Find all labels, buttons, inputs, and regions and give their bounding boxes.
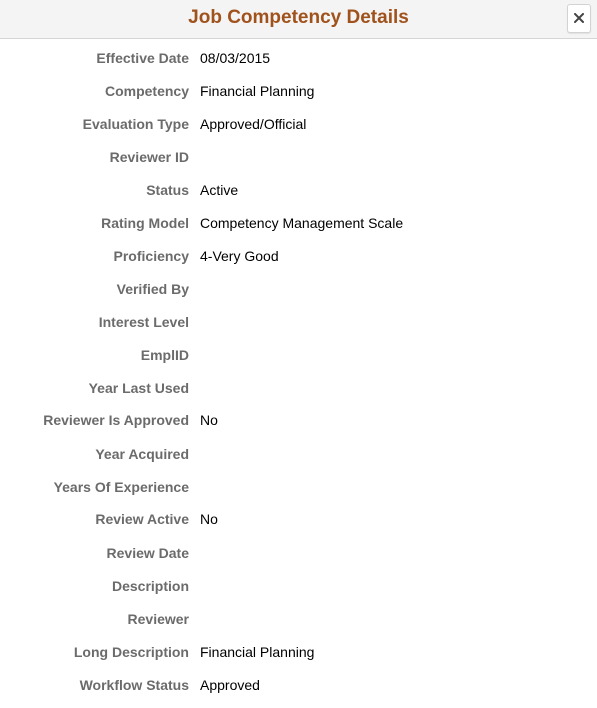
field-value: Active <box>200 182 239 198</box>
field-row: Interest Level <box>0 312 597 332</box>
field-value: Approved/Official <box>200 116 307 132</box>
field-value: 4-Very Good <box>200 248 279 264</box>
field-row: Verified By <box>0 279 597 299</box>
field-label: Review Date <box>106 545 189 561</box>
field-label: Effective Date <box>96 50 189 66</box>
field-value: Approved <box>200 677 260 693</box>
field-row: Review Date <box>0 543 597 563</box>
field-label: Interest Level <box>98 314 189 330</box>
field-row: Review Active No <box>0 509 597 529</box>
field-row: Competency Financial Planning <box>0 81 597 101</box>
field-row: Years Of Experience <box>0 477 597 497</box>
field-row: Evaluation Type Approved/Official <box>0 114 597 134</box>
close-x-icon <box>573 10 585 28</box>
field-label: Year Acquired <box>95 446 189 462</box>
field-row: Proficiency 4-Very Good <box>0 246 597 266</box>
close-button[interactable] <box>567 4 591 33</box>
field-value: No <box>200 511 218 527</box>
field-label: Years Of Experience <box>53 479 189 495</box>
field-label: Competency <box>104 83 189 99</box>
field-label: Proficiency <box>113 248 189 264</box>
field-row: Reviewer <box>0 609 597 629</box>
field-label: Status <box>146 182 189 198</box>
field-row: Effective Date 08/03/2015 <box>0 48 597 68</box>
field-label: Verified By <box>116 281 189 297</box>
field-label: Evaluation Type <box>82 116 189 132</box>
field-row: Description <box>0 576 597 596</box>
field-value: 08/03/2015 <box>200 50 271 66</box>
field-label: Reviewer ID <box>109 149 189 165</box>
field-label: Description <box>111 578 189 594</box>
field-row: Reviewer ID <box>0 147 597 167</box>
field-row: Long Description Financial Planning <box>0 642 597 662</box>
field-row: Reviewer Is Approved No <box>0 410 597 430</box>
field-row: Rating Model Competency Management Scale <box>0 213 597 233</box>
field-label: Review Active <box>95 511 189 527</box>
field-row: EmplID <box>0 345 597 365</box>
field-value: No <box>200 412 218 428</box>
field-label: Year Last Used <box>88 380 189 396</box>
field-label: EmplID <box>140 347 189 363</box>
field-label: Reviewer <box>127 611 189 627</box>
field-value: Financial Planning <box>200 83 315 99</box>
field-label: Rating Model <box>101 215 189 231</box>
field-label: Long Description <box>73 644 189 660</box>
field-row: Year Last Used <box>0 378 597 398</box>
field-value: Competency Management Scale <box>200 215 404 231</box>
field-label: Workflow Status <box>79 677 189 693</box>
field-row: Status Active <box>0 180 597 200</box>
field-row: Workflow Status Approved <box>0 675 597 695</box>
modal-title: Job Competency Details <box>188 7 409 28</box>
field-label: Reviewer Is Approved <box>43 412 189 428</box>
field-row: Year Acquired <box>0 444 597 464</box>
modal-header: Job Competency Details <box>0 0 597 39</box>
field-value: Financial Planning <box>200 644 315 660</box>
